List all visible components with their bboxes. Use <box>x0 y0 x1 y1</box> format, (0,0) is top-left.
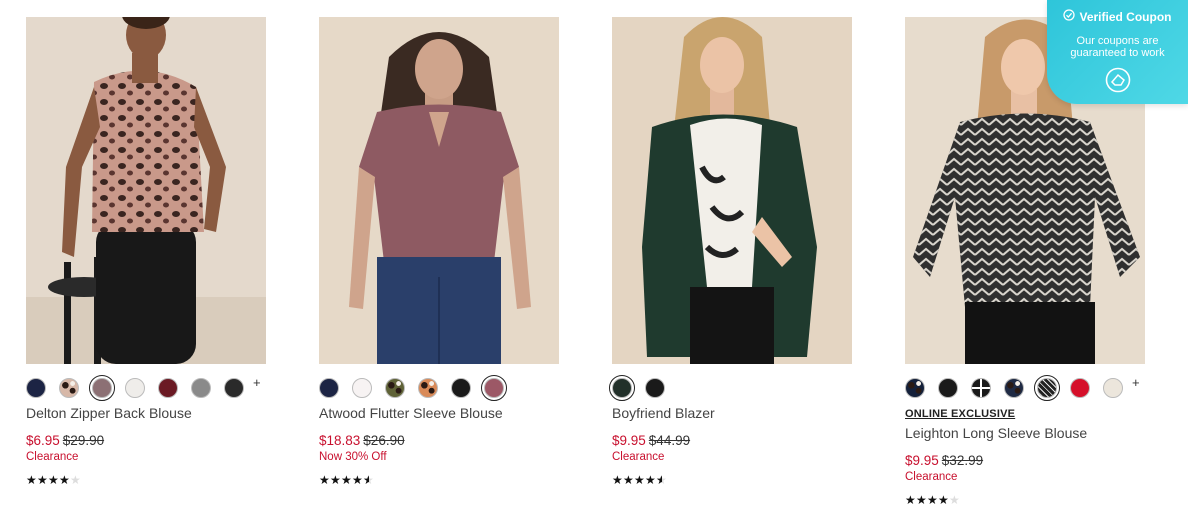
navy-swatch-icon[interactable] <box>319 378 339 398</box>
star-icon: ★★ <box>37 473 48 487</box>
check-circle-icon <box>1063 9 1076 24</box>
color-swatches: + <box>26 375 265 401</box>
burgundy-swatch-icon[interactable] <box>158 378 178 398</box>
black-swatch-icon[interactable] <box>645 378 665 398</box>
star-icon: ★★ <box>70 473 81 487</box>
black-swatch-icon[interactable] <box>451 378 471 398</box>
mauve-swatch-icon[interactable] <box>89 375 115 401</box>
star-icon: ★★ <box>26 473 37 487</box>
product-card[interactable]: + Delton Zipper Back Blouse $6.95 $29.90 … <box>26 17 266 486</box>
original-price: $26.90 <box>363 433 405 448</box>
product-price: $6.95 $29.90 <box>26 433 104 448</box>
coupon-logo-icon[interactable] <box>1105 67 1131 93</box>
star-icon: ★★ <box>905 493 916 507</box>
verified-coupon-widget[interactable]: Verified Coupon Our coupons are guarante… <box>1047 0 1188 104</box>
product-name[interactable]: Delton Zipper Back Blouse <box>26 405 192 421</box>
more-colors-icon[interactable]: + <box>253 375 261 390</box>
star-icon: ★★ <box>634 473 645 487</box>
color-swatches <box>319 375 517 401</box>
online-exclusive-badge[interactable]: ONLINE EXCLUSIVE <box>905 408 1015 420</box>
promo-label: Clearance <box>612 451 665 463</box>
star-icon: ★★ <box>612 473 623 487</box>
star-icon: ★★ <box>938 493 949 507</box>
sale-price: $9.95 <box>905 453 939 468</box>
color-swatches: + <box>905 375 1144 401</box>
product-card[interactable]: Atwood Flutter Sleeve Blouse $18.83 $26.9… <box>319 17 559 486</box>
star-icon: ★★ <box>623 473 634 487</box>
rose-swatch-icon[interactable] <box>481 375 507 401</box>
black-swatch-icon[interactable] <box>224 378 244 398</box>
leopard-swatch-icon[interactable] <box>59 378 79 398</box>
star-icon: ★★ <box>352 473 363 487</box>
star-rating: ★★★★★★★★★★ <box>319 474 374 486</box>
star-icon: ★★ <box>916 493 927 507</box>
olive-print-swatch-icon[interactable] <box>385 378 405 398</box>
product-image[interactable] <box>612 17 852 364</box>
navy-floral-swatch-icon[interactable] <box>905 378 925 398</box>
product-price: $9.95 $44.99 <box>612 433 690 448</box>
star-icon: ★★ <box>48 473 59 487</box>
product-price: $9.95 $32.99 <box>905 453 983 468</box>
ivory-swatch-icon[interactable] <box>125 378 145 398</box>
star-icon: ★★ <box>363 473 374 487</box>
star-icon: ★★ <box>927 493 938 507</box>
original-price: $32.99 <box>941 453 984 468</box>
star-icon: ★★ <box>656 473 667 487</box>
star-rating: ★★★★★★★★★★ <box>905 494 960 506</box>
star-icon: ★★ <box>949 493 960 507</box>
animal-print-swatch-icon[interactable] <box>418 378 438 398</box>
color-swatches <box>609 375 678 401</box>
black-geo-swatch-icon[interactable] <box>971 378 991 398</box>
forest-green-swatch-icon[interactable] <box>609 375 635 401</box>
product-card[interactable]: Boyfriend Blazer $9.95 $44.99 Clearance ★… <box>609 17 852 486</box>
black-swatch-icon[interactable] <box>938 378 958 398</box>
sale-price: $9.95 <box>612 433 646 448</box>
product-image[interactable] <box>26 17 266 364</box>
red-swatch-icon[interactable] <box>1070 378 1090 398</box>
star-rating: ★★★★★★★★★★ <box>26 474 81 486</box>
cream-swatch-icon[interactable] <box>1103 378 1123 398</box>
promo-label: Now 30% Off <box>319 451 387 463</box>
promo-label: Clearance <box>26 451 79 463</box>
product-price: $18.83 $26.90 <box>319 433 405 448</box>
product-name[interactable]: Atwood Flutter Sleeve Blouse <box>319 405 503 421</box>
black-chevron-swatch-icon[interactable] <box>1034 375 1060 401</box>
promo-label: Clearance <box>905 471 958 483</box>
star-icon: ★★ <box>341 473 352 487</box>
product-image[interactable] <box>319 17 559 364</box>
product-name[interactable]: Leighton Long Sleeve Blouse <box>905 425 1087 441</box>
star-rating: ★★★★★★★★★★ <box>612 474 667 486</box>
more-colors-icon[interactable]: + <box>1132 375 1140 390</box>
star-icon: ★★ <box>319 473 330 487</box>
grey-swatch-icon[interactable] <box>191 378 211 398</box>
coupon-subtitle: Our coupons are guaranteed to work <box>1070 35 1165 59</box>
product-name[interactable]: Boyfriend Blazer <box>612 405 715 421</box>
star-icon: ★★ <box>645 473 656 487</box>
star-icon: ★★ <box>330 473 341 487</box>
star-icon: ★★ <box>59 473 70 487</box>
navy-swatch-icon[interactable] <box>26 378 46 398</box>
sale-price: $18.83 <box>319 433 361 448</box>
navy-print-swatch-icon[interactable] <box>1004 378 1024 398</box>
sale-price: $6.95 <box>26 433 60 448</box>
coupon-title: Verified Coupon <box>1047 9 1188 24</box>
white-swatch-icon[interactable] <box>352 378 372 398</box>
original-price: $29.90 <box>62 433 105 448</box>
original-price: $44.99 <box>648 433 691 448</box>
